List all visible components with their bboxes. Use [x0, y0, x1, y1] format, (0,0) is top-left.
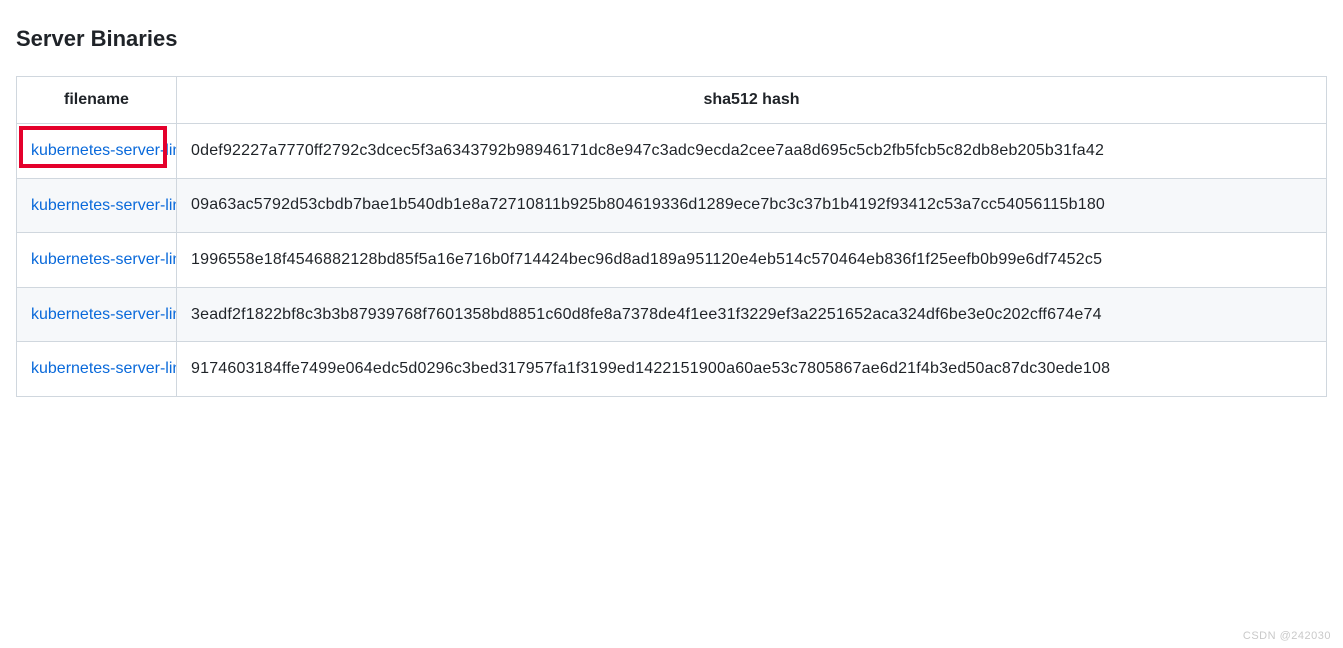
binaries-table: filename sha512 hash kubernetes-server-l… — [16, 76, 1327, 397]
hash-cell: 1996558e18f4546882128bd85f5a16e716b0f714… — [177, 233, 1327, 288]
filename-cell: kubernetes-server-linux-s390x.tar.gz — [17, 342, 177, 397]
table-row: kubernetes-server-linux-arm.tar.gz 09a63… — [17, 178, 1327, 233]
file-link-arm[interactable]: kubernetes-server-linux-arm.tar.gz — [31, 197, 177, 214]
file-link-s390x[interactable]: kubernetes-server-linux-s390x.tar.gz — [31, 360, 177, 377]
section-title: Server Binaries — [16, 26, 1327, 52]
col-header-filename: filename — [17, 77, 177, 124]
table-row: kubernetes-server-linux-amd64.tar.gz 0de… — [17, 124, 1327, 179]
filename-cell: kubernetes-server-linux-arm.tar.gz — [17, 178, 177, 233]
col-header-hash: sha512 hash — [177, 77, 1327, 124]
table-row: kubernetes-server-linux-arm64.tar.gz 199… — [17, 233, 1327, 288]
filename-cell: kubernetes-server-linux-amd64.tar.gz — [17, 124, 177, 179]
hash-cell: 09a63ac5792d53cbdb7bae1b540db1e8a7271081… — [177, 178, 1327, 233]
table-row: kubernetes-server-linux-ppc64le.tar.gz 3… — [17, 287, 1327, 342]
filename-cell: kubernetes-server-linux-arm64.tar.gz — [17, 233, 177, 288]
file-link-ppc64le[interactable]: kubernetes-server-linux-ppc64le.tar.gz — [31, 306, 177, 323]
file-link-arm64[interactable]: kubernetes-server-linux-arm64.tar.gz — [31, 251, 177, 268]
hash-cell: 0def92227a7770ff2792c3dcec5f3a6343792b98… — [177, 124, 1327, 179]
table-row: kubernetes-server-linux-s390x.tar.gz 917… — [17, 342, 1327, 397]
watermark: CSDN @242030 — [1243, 630, 1331, 642]
hash-cell: 9174603184ffe7499e064edc5d0296c3bed31795… — [177, 342, 1327, 397]
table-header-row: filename sha512 hash — [17, 77, 1327, 124]
hash-cell: 3eadf2f1822bf8c3b3b87939768f7601358bd885… — [177, 287, 1327, 342]
file-link-amd64[interactable]: kubernetes-server-linux-amd64.tar.gz — [31, 142, 177, 159]
filename-cell: kubernetes-server-linux-ppc64le.tar.gz — [17, 287, 177, 342]
